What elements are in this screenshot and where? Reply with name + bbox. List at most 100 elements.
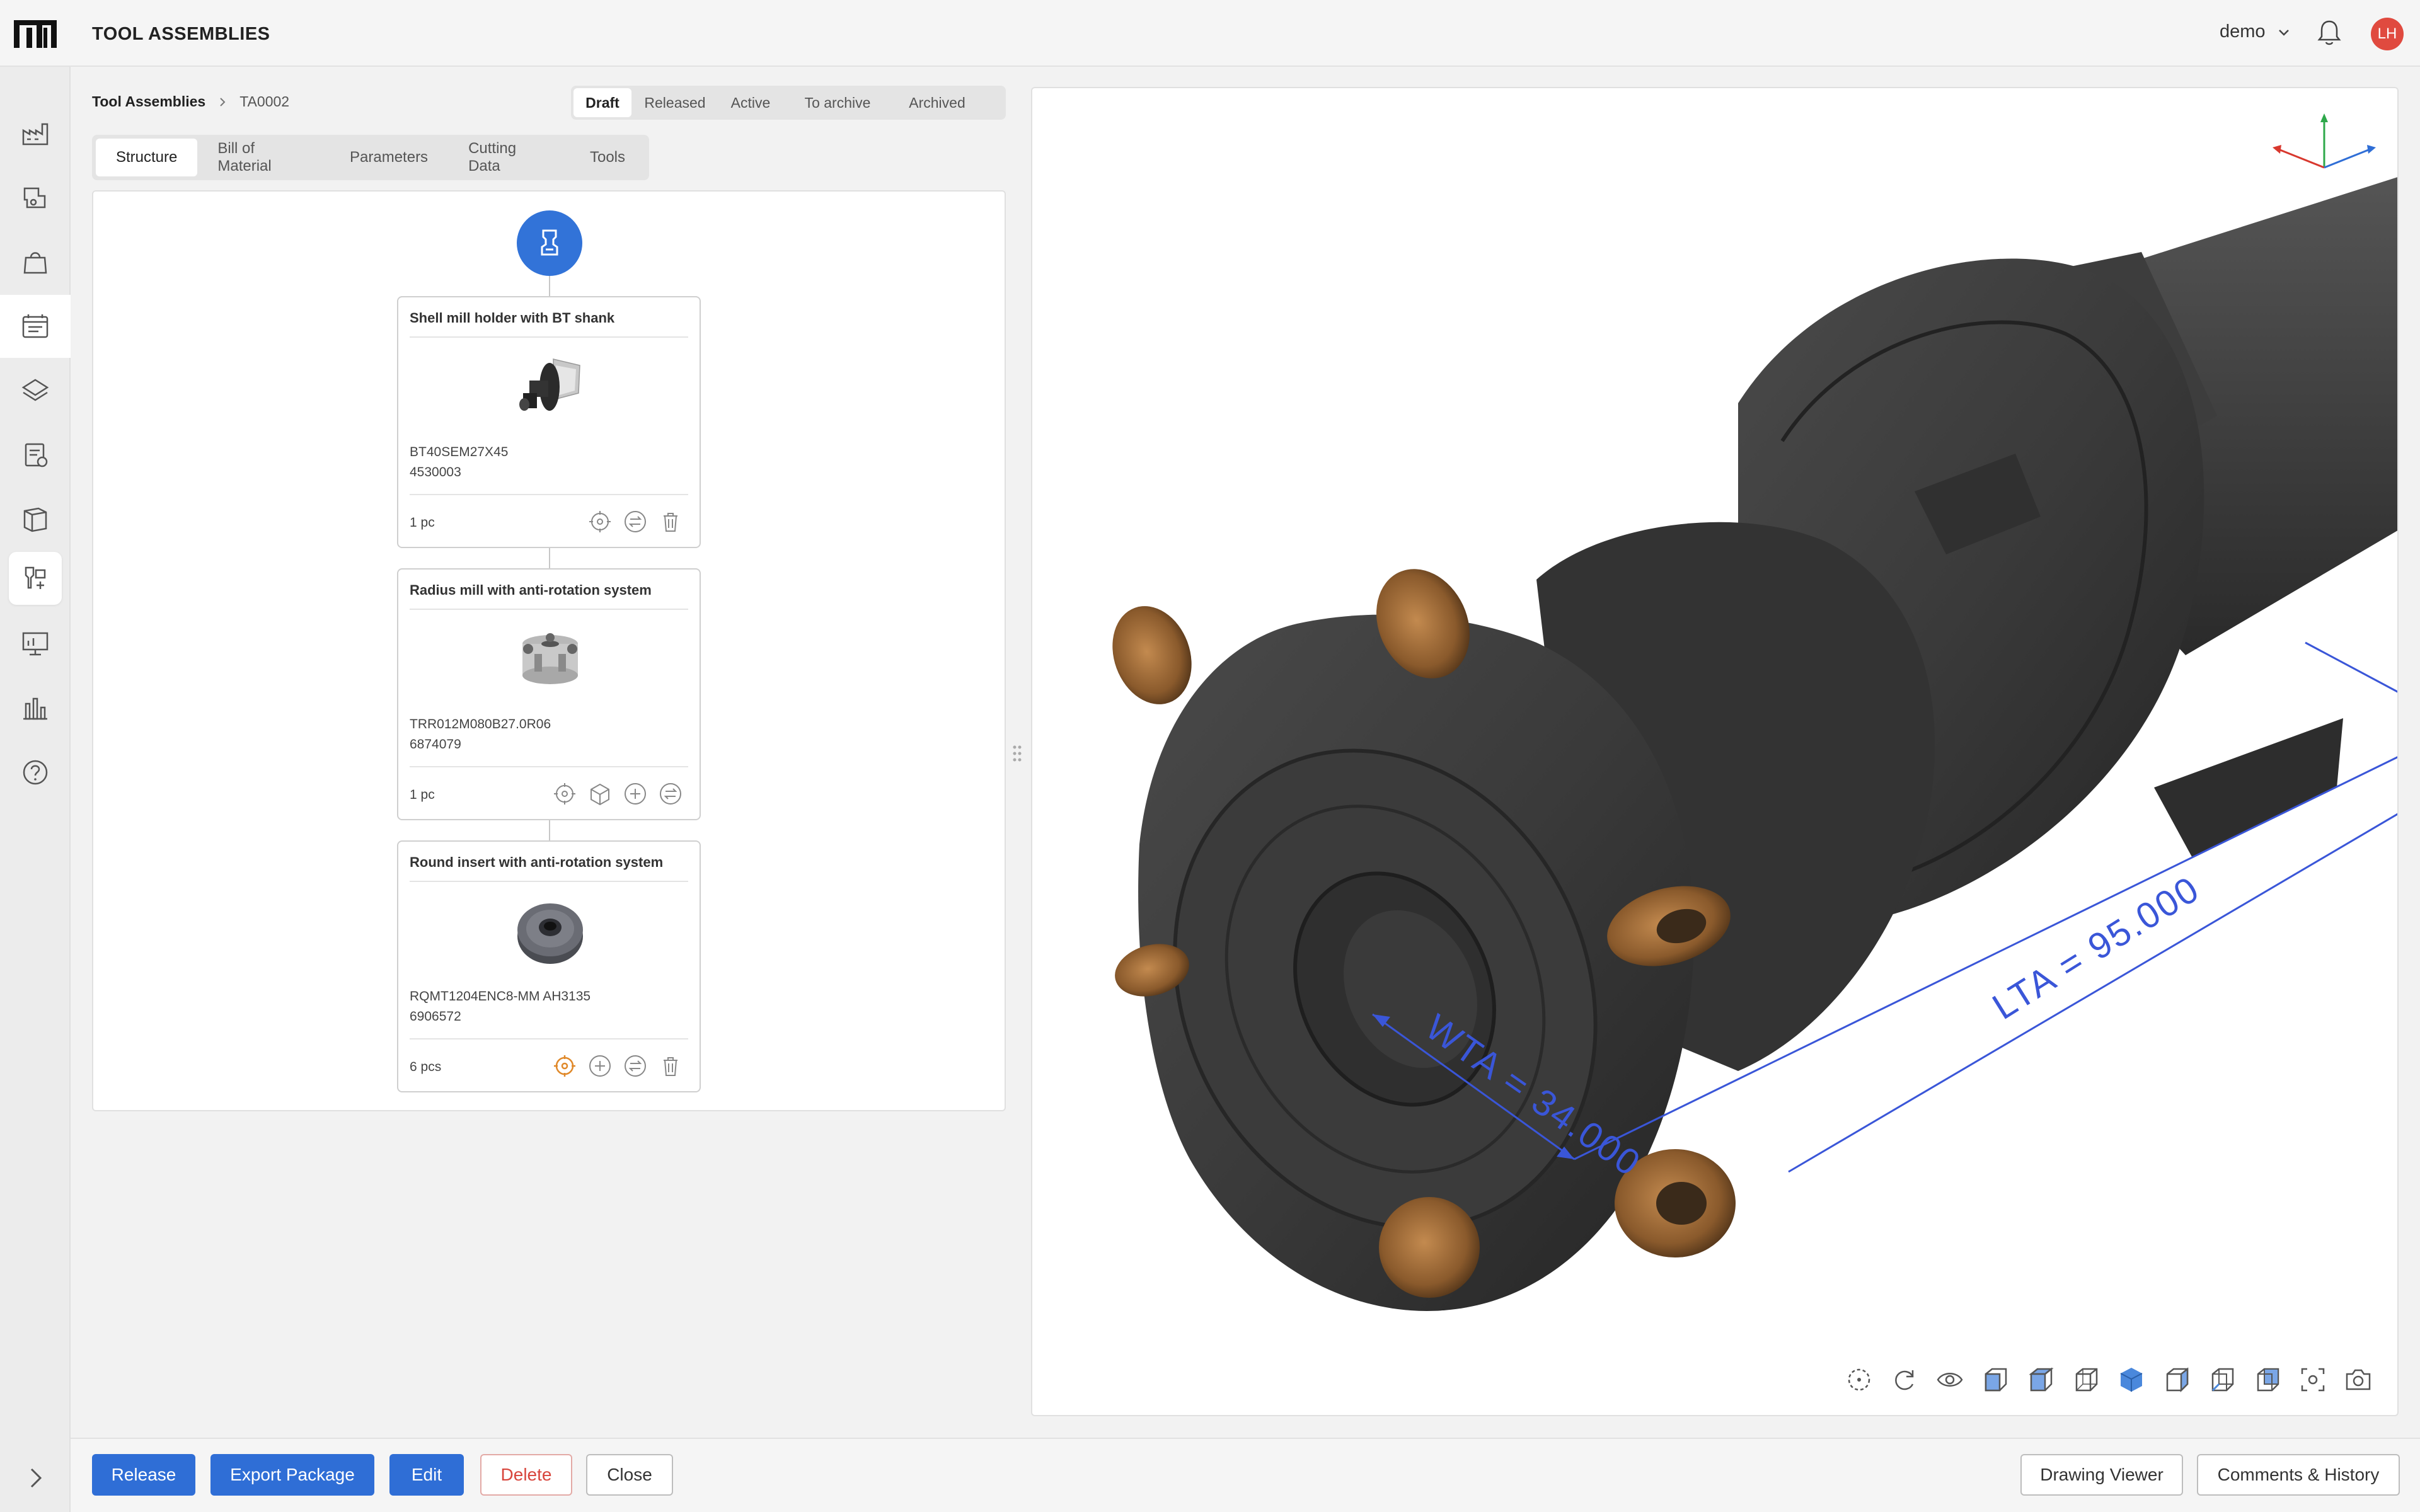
sidebar-item-tool-assemblies[interactable] [0, 547, 71, 610]
add-component-button[interactable] [623, 781, 648, 806]
tree-connector [549, 820, 550, 842]
chevron-down-icon [2278, 29, 2289, 36]
cube-front-icon [1985, 1368, 2007, 1392]
view-wireframe-button[interactable] [2071, 1365, 2101, 1395]
sidebar-item-calendar-list[interactable] [0, 295, 71, 358]
replace-button[interactable] [623, 509, 648, 534]
sidebar-item-machine[interactable] [0, 166, 71, 229]
cube-left-icon [2166, 1367, 2189, 1393]
view-left-button[interactable] [2162, 1365, 2192, 1395]
node-id: 4530003 [410, 465, 461, 479]
rotate-button[interactable] [1889, 1365, 1920, 1395]
sidebar-item-clipboard[interactable] [0, 423, 71, 486]
target-icon [589, 511, 611, 532]
delete-node-button[interactable] [658, 509, 683, 534]
edit-button[interactable]: Edit [389, 1454, 464, 1496]
tree-connector [549, 548, 550, 570]
app-logo[interactable] [14, 19, 57, 49]
delete-button[interactable]: Delete [480, 1454, 572, 1496]
structure-node-holder[interactable]: Shell mill holder with BT shank BT40SEM2… [397, 296, 701, 548]
comments-history-button[interactable]: Comments & History [2197, 1454, 2400, 1496]
delete-node-button[interactable] [658, 1053, 683, 1079]
layers-icon [21, 379, 49, 401]
cube-top-icon [2029, 1367, 2054, 1392]
fit-view-button[interactable] [1844, 1365, 1874, 1395]
tab-tools[interactable]: Tools [570, 139, 645, 176]
node-divider [410, 494, 688, 495]
tab-bar: Structure Bill of Material Parameters Cu… [92, 135, 649, 180]
factory-icon [22, 123, 49, 146]
user-name: demo [2220, 21, 2266, 42]
view-iso-button[interactable] [2116, 1365, 2146, 1395]
node-divider [410, 881, 688, 882]
node-quantity: 6 pcs [410, 1060, 442, 1074]
add-component-button[interactable] [587, 1053, 613, 1079]
shell-mill-holder-image [519, 358, 580, 411]
status-step-active[interactable]: Active [716, 86, 785, 120]
replace-button[interactable] [623, 1053, 648, 1079]
release-button[interactable]: Release [92, 1454, 195, 1496]
sidebar-item-bag[interactable] [0, 231, 71, 294]
locate-button[interactable] [587, 509, 613, 534]
sidebar-item-help[interactable] [0, 741, 71, 804]
chevron-right-icon[interactable] [21, 1464, 49, 1492]
close-button[interactable]: Close [586, 1454, 673, 1496]
tree-connector [549, 276, 550, 299]
sidebar-item-layers[interactable] [0, 359, 71, 422]
export-package-button[interactable]: Export Package [210, 1454, 374, 1496]
sidebar-item-presentation[interactable] [0, 612, 71, 675]
view-right-button[interactable] [2207, 1365, 2237, 1395]
sidebar-item-bar-chart[interactable] [0, 677, 71, 740]
avatar[interactable]: LH [2371, 18, 2404, 50]
tab-parameters[interactable]: Parameters [330, 139, 448, 176]
model-viewer[interactable]: WTA = 34.000 LTA = 95.000 [1031, 87, 2399, 1416]
locate-button-active[interactable] [552, 1053, 577, 1079]
status-step-released[interactable]: Released [634, 86, 716, 120]
status-step-archived[interactable]: Archived [890, 86, 984, 120]
presentation-icon [22, 632, 49, 656]
model-button[interactable] [587, 781, 613, 806]
tab-bill-of-material[interactable]: Bill of Material [197, 139, 330, 176]
user-menu[interactable]: demo [2220, 21, 2291, 42]
panel-splitter-handle[interactable] [1011, 743, 1023, 764]
sidebar-item-factory[interactable] [0, 102, 71, 165]
structure-node-radius-mill[interactable]: Radius mill with anti-rotation system TR… [397, 568, 701, 820]
replace-button[interactable] [658, 781, 683, 806]
top-bar: TOOL ASSEMBLIES demo LH [0, 0, 2420, 67]
axis-gizmo[interactable] [2267, 111, 2381, 193]
view-back-button[interactable] [2252, 1365, 2283, 1395]
viewer-toolbar [1844, 1365, 2373, 1395]
visibility-button[interactable] [1935, 1365, 1965, 1395]
breadcrumb-parent[interactable]: Tool Assemblies [92, 93, 205, 110]
tool-assembly-3d-model: WTA = 34.000 LTA = 95.000 [1112, 177, 2397, 1311]
assembly-root-node[interactable] [517, 210, 582, 276]
structure-node-round-insert[interactable]: Round insert with anti-rotation system R… [397, 840, 701, 1092]
breadcrumb-current: TA0002 [239, 93, 290, 110]
plus-circle-icon [625, 783, 646, 805]
tab-cutting-data[interactable]: Cutting Data [448, 139, 570, 176]
target-icon [554, 1055, 575, 1077]
node-divider [410, 609, 688, 610]
trash-icon [664, 513, 677, 532]
sidebar-selected-box [9, 552, 62, 605]
help-icon [23, 760, 48, 785]
node-quantity: 1 pc [410, 788, 435, 802]
focus-button[interactable] [2298, 1365, 2328, 1395]
view-top-button[interactable] [2025, 1365, 2056, 1395]
view-front-button[interactable] [1980, 1365, 2010, 1395]
node-actions [552, 1053, 683, 1079]
locate-button[interactable] [552, 781, 577, 806]
drawing-viewer-button[interactable]: Drawing Viewer [2020, 1454, 2183, 1496]
node-code: RQMT1204ENC8-MM AH3135 [410, 989, 591, 1004]
node-code: BT40SEM27X45 [410, 445, 509, 459]
tab-structure[interactable]: Structure [96, 139, 198, 176]
tool-assembly-icon [541, 229, 558, 256]
sidebar-item-cube-sheet[interactable] [0, 488, 71, 551]
bell-icon[interactable] [2317, 19, 2342, 47]
node-divider [410, 766, 688, 767]
node-divider [410, 336, 688, 338]
sidebar [0, 67, 71, 1512]
status-step-to-archive[interactable]: To archive [785, 86, 890, 120]
screenshot-button[interactable] [2343, 1365, 2373, 1395]
status-step-draft[interactable]: Draft [573, 88, 631, 117]
